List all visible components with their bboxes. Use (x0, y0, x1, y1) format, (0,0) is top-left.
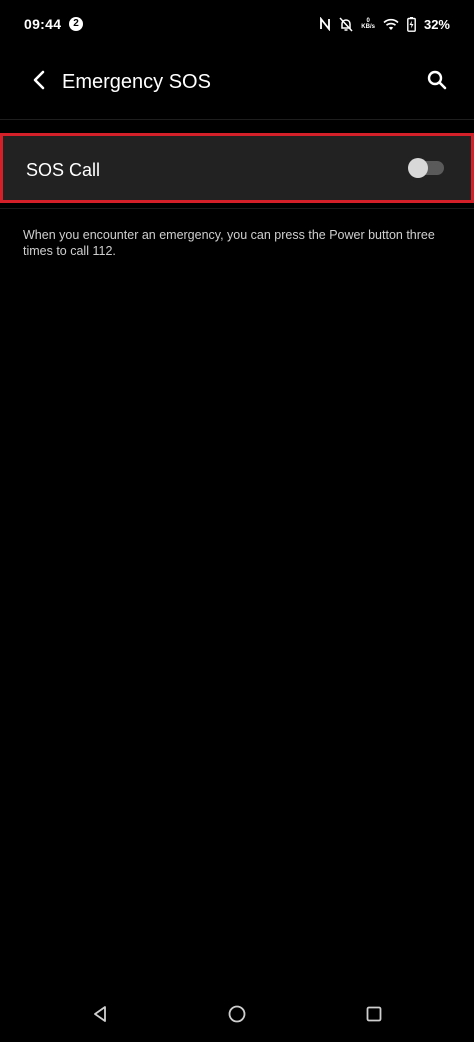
battery-percent: 32% (423, 16, 450, 32)
nav-recents-button[interactable] (362, 1004, 386, 1028)
sos-call-label: SOS Call (26, 160, 101, 180)
search-button[interactable] (424, 69, 450, 95)
chevron-left-icon (32, 70, 46, 95)
sos-call-setting-row[interactable]: SOS Call (0, 133, 474, 203)
status-bar: 09:44 2 0 KB/s 32% (0, 0, 474, 52)
app-header: Emergency SOS (0, 52, 474, 118)
back-button[interactable] (26, 69, 52, 95)
status-icons: 0 KB/s 32% (319, 14, 450, 34)
wifi-icon (383, 18, 399, 31)
sos-description: When you encounter an emergency, you can… (23, 228, 435, 258)
home-circle-icon (227, 1004, 247, 1029)
toggle-thumb (408, 158, 428, 178)
battery-charging-icon (407, 16, 416, 32)
nav-back-button[interactable] (88, 1004, 112, 1028)
nfc-icon (319, 17, 331, 31)
header-divider (0, 119, 474, 120)
page-title: Emergency SOS (62, 71, 211, 93)
notification-count-badge: 2 (69, 17, 83, 31)
status-time: 09:44 (24, 16, 62, 32)
navigation-bar (0, 990, 474, 1042)
recents-square-icon (365, 1005, 383, 1028)
back-triangle-icon (91, 1005, 109, 1028)
search-icon (427, 70, 447, 95)
network-speed-unit: KB/s (361, 24, 375, 30)
bell-muted-icon (339, 16, 353, 32)
network-speed-indicator: 0 KB/s (361, 18, 375, 30)
section-divider (0, 208, 474, 209)
sos-call-toggle[interactable] (408, 158, 444, 178)
nav-home-button[interactable] (225, 1004, 249, 1028)
